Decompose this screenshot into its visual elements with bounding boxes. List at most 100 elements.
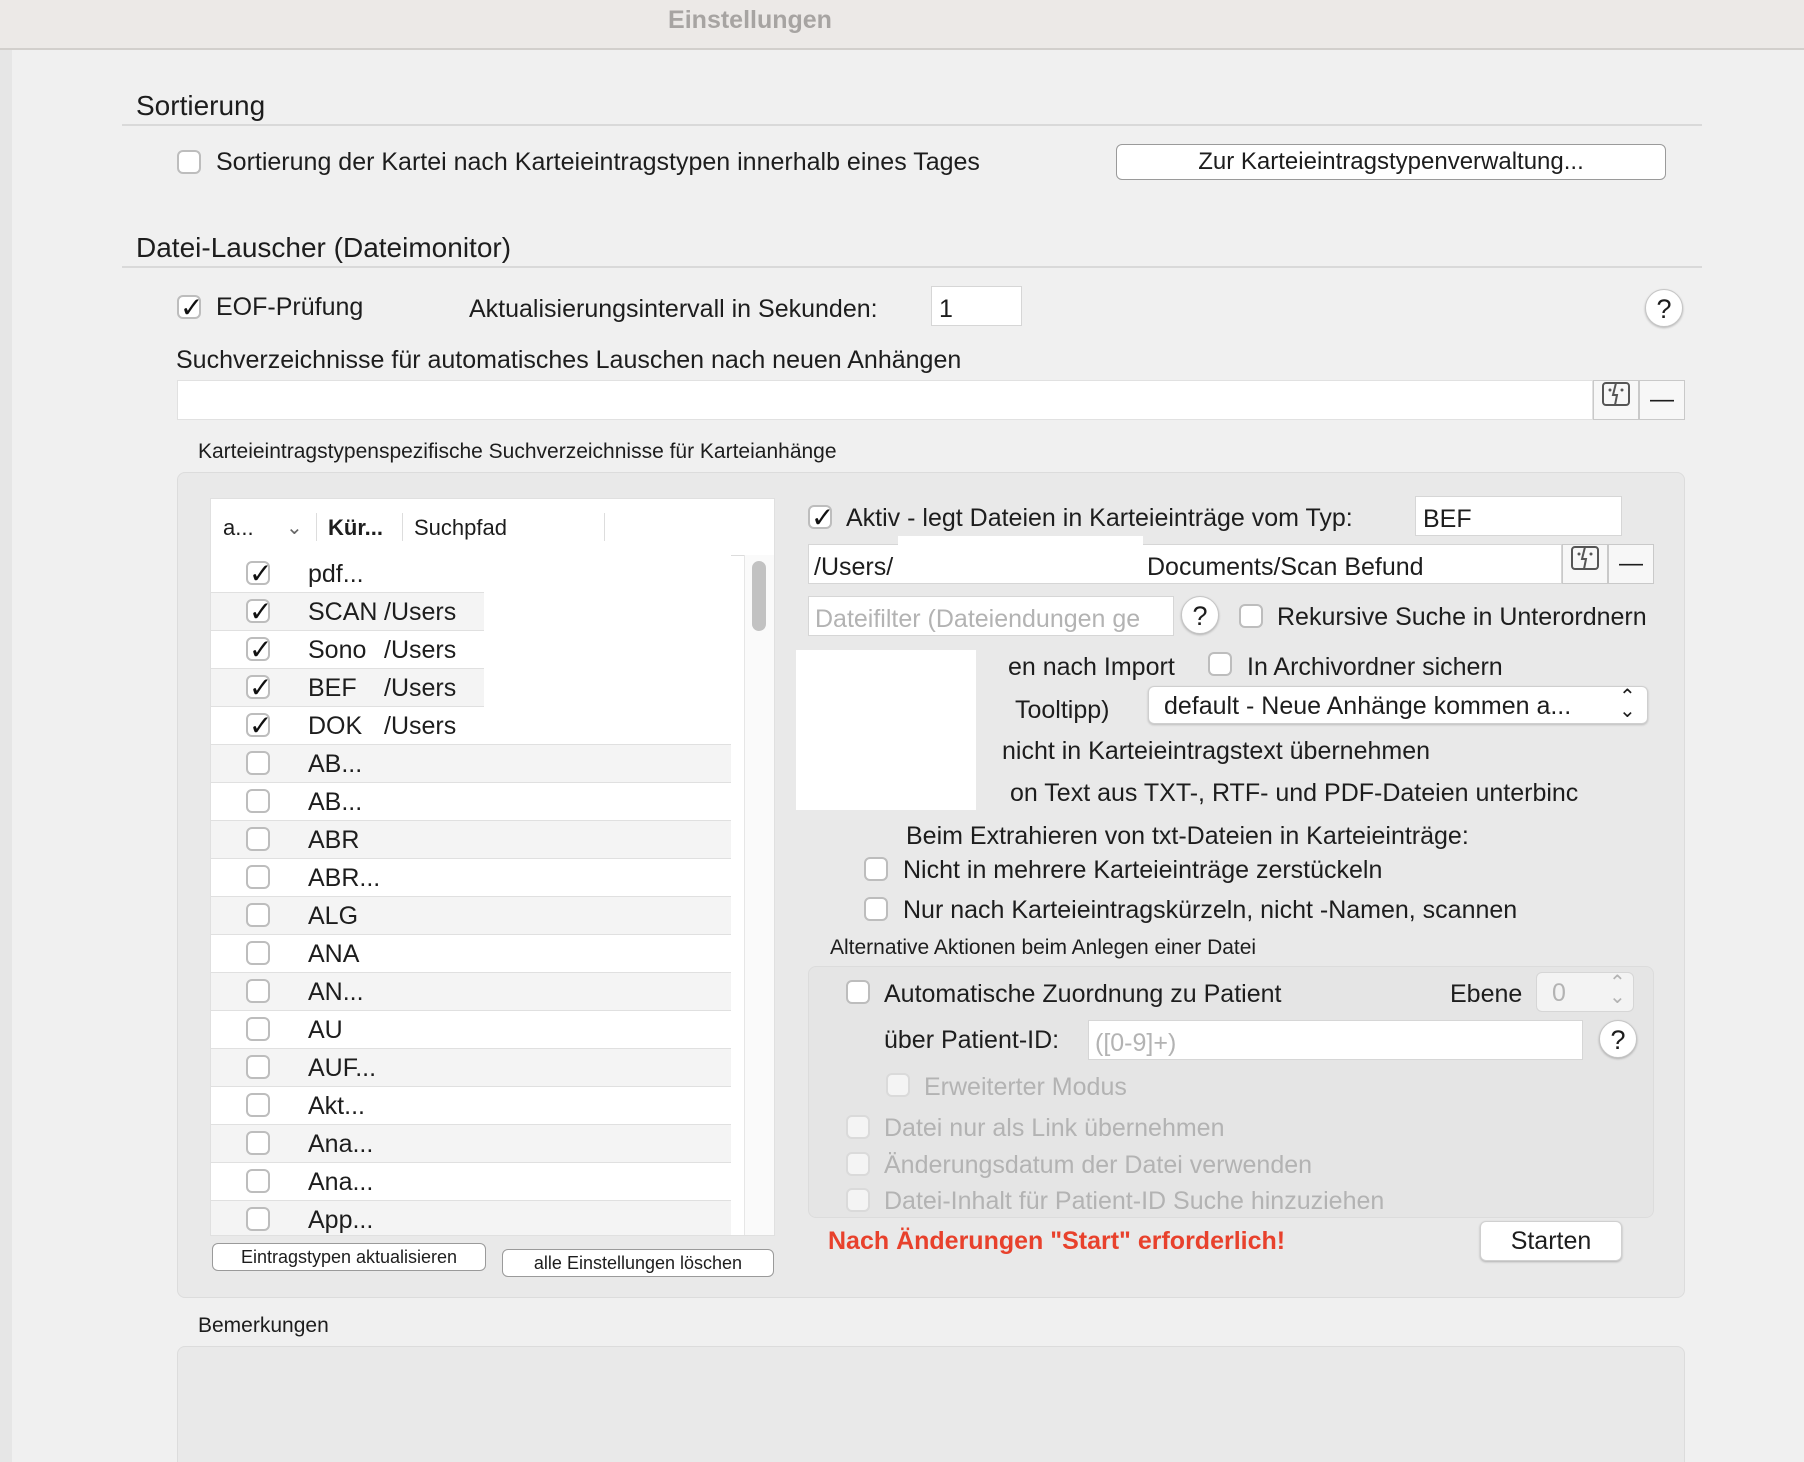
title-bar: Einstellungen	[0, 0, 1804, 50]
aktiv-checkbox[interactable]	[808, 501, 834, 534]
finder-add-button[interactable]	[1593, 380, 1639, 420]
link-checkbox[interactable]	[846, 1115, 870, 1139]
scannen-label: Nur nach Karteieintragskürzeln, nicht -N…	[903, 896, 1518, 924]
row-checkbox[interactable]	[246, 941, 270, 965]
ebene-stepper[interactable]: 0 ⌃ ⌄	[1536, 972, 1634, 1012]
divider	[122, 266, 1702, 268]
row-checkbox[interactable]	[246, 979, 270, 1003]
row-kuerzel: SCAN	[308, 598, 378, 626]
nicht-uebernehmen-label: nicht in Karteieintragstext übernehmen	[1002, 737, 1431, 765]
row-checkbox[interactable]	[246, 709, 272, 742]
table-row[interactable]: ABR	[211, 821, 731, 859]
row-checkbox[interactable]	[246, 1169, 270, 1193]
karteieintragstypenverwaltung-button[interactable]: Zur Karteieintragstypenverwaltung...	[1116, 144, 1666, 180]
scannen-checkbox[interactable]	[864, 897, 888, 921]
row-kuerzel: Ana...	[308, 1168, 374, 1196]
table-scrollbar[interactable]	[744, 555, 774, 1235]
patient-id-input[interactable]: ([0-9]+)	[1088, 1020, 1583, 1060]
row-kuerzel: AU	[308, 1016, 343, 1044]
redacted-region	[898, 536, 1143, 576]
bemerkungen-textarea[interactable]	[177, 1346, 1685, 1462]
table-row[interactable]: Akt...	[211, 1087, 731, 1125]
row-checkbox[interactable]	[246, 1093, 270, 1117]
row-kuerzel: BEF	[308, 674, 357, 702]
zerstueckeln-checkbox[interactable]	[864, 857, 888, 881]
row-suchpfad: /Users	[384, 598, 457, 626]
table-row[interactable]: AUF...	[211, 1049, 731, 1087]
table-row[interactable]: AU	[211, 1011, 731, 1049]
dateifilter-input[interactable]: Dateifilter (Dateiendungen ge	[808, 596, 1174, 636]
table-row[interactable]: AB...	[211, 783, 731, 821]
table-row[interactable]: App...	[211, 1201, 731, 1235]
row-checkbox[interactable]	[246, 1207, 270, 1231]
remove-button[interactable]: —	[1608, 544, 1654, 584]
eintragstypen-aktualisieren-button[interactable]: Eintragstypen aktualisieren	[212, 1243, 486, 1271]
interval-input[interactable]: 1	[931, 286, 1022, 326]
row-checkbox[interactable]	[246, 557, 272, 590]
modus-select[interactable]: default - Neue Anhänge kommen a... ⌃ ⌄	[1148, 686, 1648, 724]
aktiv-label: Aktiv - legt Dateien in Karteieinträge v…	[846, 504, 1353, 532]
alternative-aktionen-title: Alternative Aktionen beim Anlegen einer …	[830, 936, 1257, 959]
suchverzeichnisse-field[interactable]	[177, 380, 1593, 420]
row-kuerzel: Akt...	[308, 1092, 365, 1120]
erweitert-checkbox[interactable]	[886, 1073, 910, 1097]
row-checkbox[interactable]	[246, 1017, 270, 1041]
row-kuerzel: ABR	[308, 826, 360, 854]
interval-label: Aktualisierungsintervall in Sekunden:	[469, 295, 878, 323]
table-row[interactable]: Ana...	[211, 1163, 731, 1201]
starten-button[interactable]: Starten	[1480, 1221, 1622, 1261]
einstellungen-loeschen-button[interactable]: alle Einstellungen löschen	[502, 1249, 774, 1277]
section-header-sortierung: Sortierung	[136, 90, 266, 121]
table-row[interactable]: ANA	[211, 935, 731, 973]
suchverzeichnisse-label: Suchverzeichnisse für automatisches Laus…	[176, 346, 962, 374]
karteieintragstypen-table: a... ⌄ Kür... Suchpfad pdf... SCAN/Users S…	[210, 498, 775, 1236]
row-checkbox[interactable]	[246, 827, 270, 851]
row-checkbox[interactable]	[246, 865, 270, 889]
table-header: a... ⌄ Kür... Suchpfad	[211, 499, 774, 556]
auto-zuordnung-checkbox[interactable]	[846, 980, 870, 1004]
column-header-kuerzel[interactable]: Kür...	[328, 515, 383, 541]
table-row[interactable]: ALG	[211, 897, 731, 935]
column-header-suchpfad[interactable]: Suchpfad	[414, 515, 507, 541]
row-suchpfad: /Users	[384, 674, 457, 702]
column-header-a[interactable]: a...	[223, 515, 254, 541]
table-row[interactable]: ABR...	[211, 859, 731, 897]
row-checkbox[interactable]	[246, 1055, 270, 1079]
row-checkbox[interactable]	[246, 789, 270, 813]
sortierung-checkbox[interactable]	[177, 150, 201, 174]
row-checkbox[interactable]	[246, 903, 270, 927]
table-row[interactable]: AN...	[211, 973, 731, 1011]
row-checkbox[interactable]	[246, 633, 272, 666]
row-kuerzel: Sono	[308, 636, 367, 664]
remove-button[interactable]: —	[1639, 380, 1685, 420]
inhalt-checkbox[interactable]	[846, 1188, 870, 1212]
row-checkbox[interactable]	[246, 671, 272, 704]
row-kuerzel: App...	[308, 1206, 374, 1234]
redacted-region	[484, 559, 736, 731]
table-row[interactable]: AB...	[211, 745, 731, 783]
rekursiv-checkbox[interactable]	[1239, 604, 1263, 628]
left-sidebar-edge	[0, 50, 12, 1462]
help-button[interactable]: ?	[1645, 289, 1683, 327]
text-unterbinden-label: on Text aus TXT-, RTF- und PDF-Dateien u…	[1010, 779, 1579, 807]
row-suchpfad: /Users	[384, 712, 457, 740]
link-label: Datei nur als Link übernehmen	[884, 1114, 1225, 1142]
row-kuerzel: AB...	[308, 750, 363, 778]
row-checkbox[interactable]	[246, 595, 272, 628]
datum-label: Änderungsdatum der Datei verwenden	[884, 1151, 1313, 1179]
row-checkbox[interactable]	[246, 1131, 270, 1155]
row-kuerzel: ALG	[308, 902, 359, 930]
table-row[interactable]: Ana...	[211, 1125, 731, 1163]
help-button[interactable]: ?	[1599, 1020, 1637, 1058]
datum-checkbox[interactable]	[846, 1152, 870, 1176]
eof-checkbox[interactable]	[177, 291, 203, 324]
archiv-checkbox[interactable]	[1208, 652, 1232, 676]
archiv-label: In Archivordner sichern	[1247, 653, 1503, 681]
help-button[interactable]: ?	[1181, 596, 1219, 634]
finder-add-button[interactable]	[1562, 544, 1608, 584]
scrollbar-thumb[interactable]	[752, 561, 766, 631]
row-checkbox[interactable]	[246, 751, 270, 775]
typ-input[interactable]: BEF	[1415, 496, 1622, 536]
row-kuerzel: Ana...	[308, 1130, 374, 1158]
tooltipp-label: Tooltipp)	[1015, 696, 1110, 724]
